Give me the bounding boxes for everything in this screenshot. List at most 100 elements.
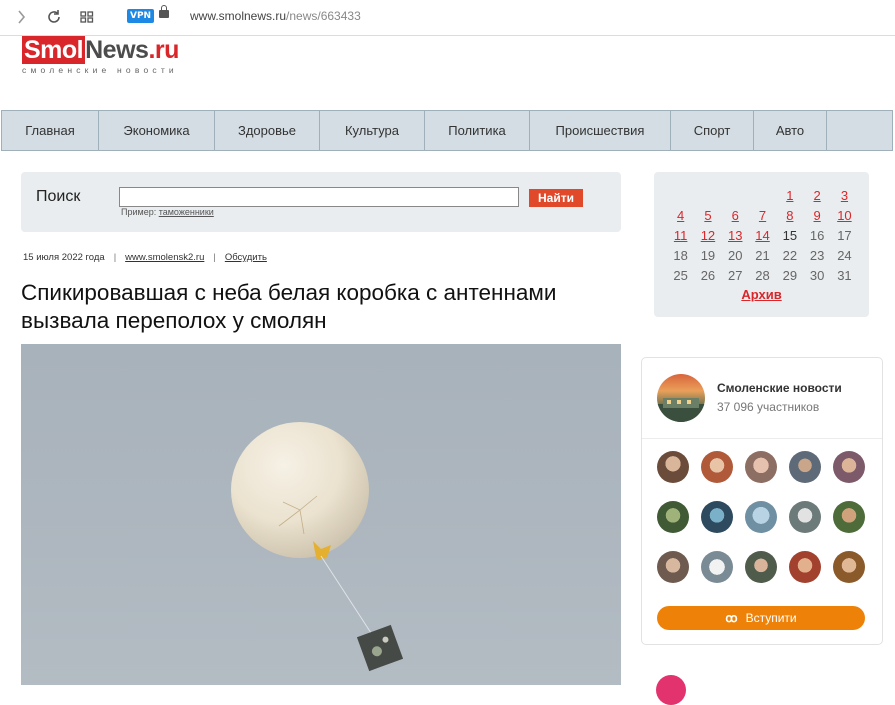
calendar-grid: 1 2 3 4 5 6 7 8 9 10 11 12 13 14 15 16 17 18 19 20 21 22 23 24 2… [667, 186, 858, 286]
calendar-day-link[interactable]: 10 [831, 206, 858, 226]
calendar-row: 4 5 6 7 8 9 10 [667, 206, 858, 226]
browser-toolbar: VPN www.smolnews.ru/news/663433 [0, 0, 895, 36]
calendar-day-link[interactable]: 8 [776, 206, 803, 226]
weather-balloon-illustration [231, 422, 404, 672]
calendar-day: 29 [782, 268, 798, 283]
calendar-day-link[interactable]: 5 [694, 206, 721, 226]
logo-news: News [85, 36, 149, 64]
join-label: Вступити [745, 611, 797, 625]
join-button[interactable]: ꝏ Вступити [657, 606, 865, 630]
address-bar[interactable]: www.smolnews.ru/news/663433 [190, 9, 361, 23]
calendar-day: 24 [837, 248, 852, 263]
article-date: 15 июля 2022 года [23, 252, 105, 263]
calendar-day-link[interactable]: 3 [831, 186, 858, 206]
member-avatar[interactable] [701, 551, 733, 583]
calendar-day: 20 [728, 248, 743, 263]
search-example: Пример: таможенники [121, 207, 214, 217]
lock-icon[interactable] [159, 5, 169, 18]
calendar-day-link[interactable]: 9 [803, 206, 830, 226]
calendar-day-link[interactable]: 6 [722, 206, 749, 226]
calendar-day-link[interactable]: 14 [749, 226, 776, 246]
search-label: Поиск [36, 188, 81, 205]
vpn-badge[interactable]: VPN [127, 9, 155, 23]
calendar-day: 17 [837, 228, 852, 243]
back-icon[interactable] [12, 8, 30, 26]
discuss-link[interactable]: Обсудить [225, 252, 267, 263]
calendar-day: 22 [782, 248, 798, 263]
member-avatar[interactable] [833, 551, 865, 583]
search-example-prefix: Пример: [121, 207, 157, 217]
nav-item-auto[interactable]: Авто [754, 111, 827, 150]
search-panel: Поиск Найти Пример: таможенники [21, 172, 621, 232]
calendar-empty-cell [722, 186, 749, 206]
nav-item-economy[interactable]: Экономика [99, 111, 215, 150]
logo-smol: Smol [22, 36, 86, 64]
calendar-row: 25 26 27 28 29 30 31 [667, 266, 858, 286]
nav-item-politics[interactable]: Политика [425, 111, 530, 150]
archive-link[interactable]: Архив [654, 287, 869, 302]
calendar-row: 123 [667, 186, 858, 206]
calendar-empty-cell [667, 186, 694, 206]
reload-icon[interactable] [45, 8, 63, 26]
nav-item-health[interactable]: Здоровье [215, 111, 320, 150]
member-avatar[interactable] [789, 451, 821, 483]
calendar-day: 25 [673, 268, 688, 283]
calendar-day: 31 [837, 268, 852, 283]
nav-item-home[interactable]: Главная [2, 111, 99, 150]
search-input[interactable] [119, 187, 519, 207]
calendar-day-link[interactable]: 13 [722, 226, 749, 246]
calendar-day: 16 [809, 228, 825, 243]
tabs-grid-icon[interactable] [78, 8, 96, 26]
member-avatar[interactable] [745, 551, 777, 583]
nav-item-sport[interactable]: Спорт [671, 111, 754, 150]
member-avatar[interactable] [833, 501, 865, 533]
main-nav: Главная Экономика Здоровье Культура Поли… [1, 110, 893, 151]
member-avatar[interactable] [789, 501, 821, 533]
ok-logo-icon: ꝏ [725, 611, 738, 625]
next-widget-icon[interactable] [656, 675, 686, 705]
nav-item-culture[interactable]: Культура [320, 111, 425, 150]
member-avatar[interactable] [701, 451, 733, 483]
calendar-day-link[interactable]: 4 [667, 206, 694, 226]
logo-ru: .ru [148, 36, 179, 64]
calendar-day-link[interactable]: 7 [749, 206, 776, 226]
member-avatar[interactable] [657, 451, 689, 483]
member-avatar[interactable] [745, 501, 777, 533]
member-avatar[interactable] [657, 551, 689, 583]
calendar-day: 23 [809, 248, 825, 263]
site-logo[interactable]: SmolNews.ru смоленские новости [22, 36, 179, 75]
nav-item-incidents[interactable]: Происшествия [530, 111, 671, 150]
group-name[interactable]: Смоленские новости [717, 381, 842, 395]
member-avatar[interactable] [657, 501, 689, 533]
calendar-day: 28 [755, 268, 770, 283]
url-path: /news/663433 [286, 9, 361, 23]
group-members-count: 37 096 участников [717, 400, 820, 414]
calendar-day-current: 15 [782, 228, 798, 243]
article-meta: 15 июля 2022 года | www.smolensk2.ru | Обсуд… [23, 252, 267, 263]
ok-group-widget: Смоленские новости 37 096 участников ꝏ Вс… [641, 357, 883, 645]
search-button[interactable]: Найти [529, 189, 583, 207]
calendar-day: 27 [728, 268, 743, 283]
member-avatar[interactable] [789, 551, 821, 583]
calendar-day: 26 [700, 268, 716, 283]
calendar-row: 11 12 13 14 15 16 17 [667, 226, 858, 246]
calendar-day: 30 [809, 268, 825, 283]
source-link[interactable]: www.smolensk2.ru [125, 252, 204, 263]
url-host: www.smolnews.ru [190, 9, 287, 23]
calendar-day-link[interactable]: 12 [694, 226, 721, 246]
group-avatar[interactable] [657, 374, 705, 422]
member-avatar[interactable] [745, 451, 777, 483]
calendar-day: 18 [673, 248, 688, 263]
search-example-link[interactable]: таможенники [159, 207, 214, 217]
calendar-row: 18 19 20 21 22 23 24 [667, 246, 858, 266]
calendar-widget: 1 2 3 4 5 6 7 8 9 10 11 12 13 14 15 16 17 18 19 20 21 22 23 24 2… [654, 172, 869, 317]
calendar-day-link[interactable]: 1 [776, 186, 803, 206]
article-photo [21, 344, 621, 685]
calendar-day-link[interactable]: 2 [803, 186, 830, 206]
calendar-empty-cell [694, 186, 721, 206]
member-avatar[interactable] [833, 451, 865, 483]
calendar-day-link[interactable]: 11 [667, 226, 694, 246]
member-avatar[interactable] [701, 501, 733, 533]
calendar-day: 19 [700, 248, 716, 263]
calendar-day: 21 [755, 248, 770, 263]
